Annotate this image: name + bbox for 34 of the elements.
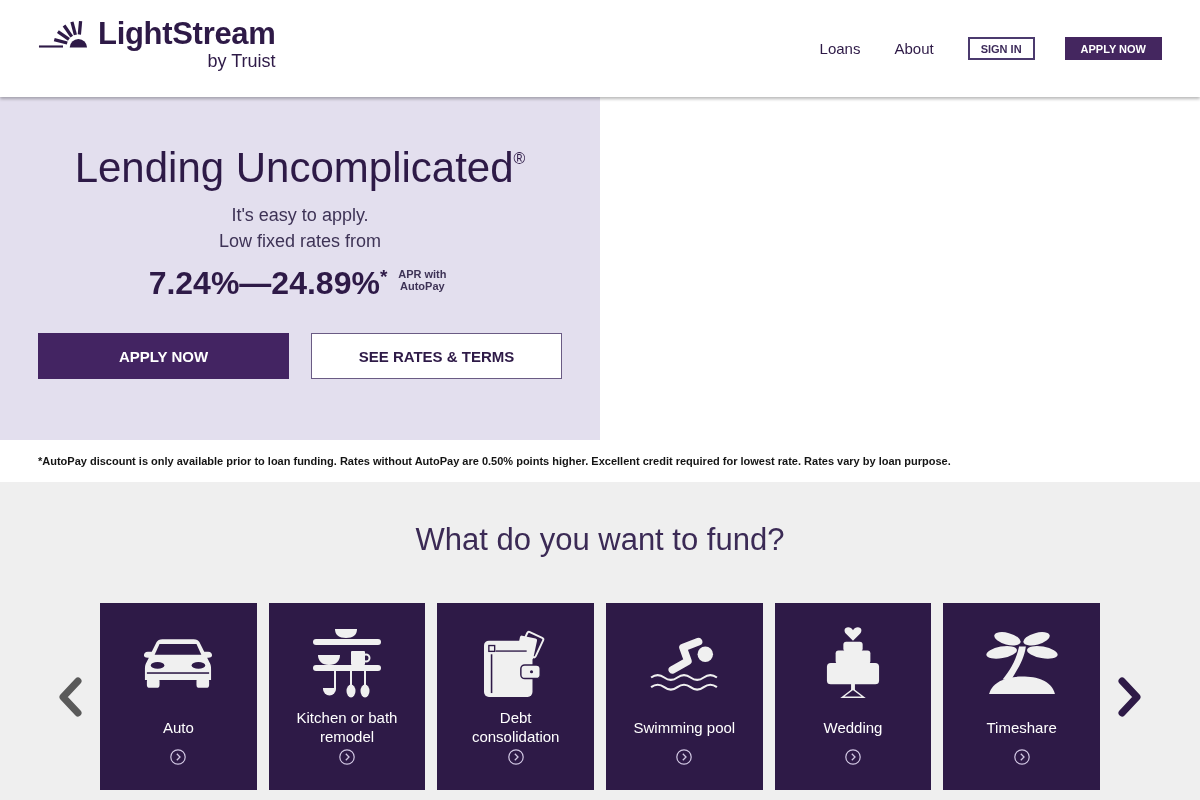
- disclaimer-text: *AutoPay discount is only available prior to loan funding. Rates without AutoPay are 0.50% points higher. Excellent credit required for lowest rate. Rates vary by loan purpose.: [38, 455, 951, 467]
- category-tile[interactable]: Wedding: [774, 603, 932, 790]
- chevron-right-icon: [1117, 676, 1143, 717]
- palm-tree-island-icon: [984, 631, 1059, 695]
- category-tile[interactable]: Timeshare: [943, 603, 1100, 790]
- section-heading: What do you want to fund?: [415, 522, 785, 558]
- arrow-circle-icon: [170, 749, 187, 765]
- chevron-left-icon: [57, 676, 83, 717]
- arrow-circle-icon: [507, 749, 524, 765]
- apply-now-button[interactable]: APPLY NOW: [38, 333, 289, 379]
- rate-range: 7.24%—24.89%$^{*}$: [148, 264, 388, 303]
- apply-now-button[interactable]: APPLY NOW: [1064, 37, 1162, 60]
- kitchen-shelf-icon: [313, 628, 381, 698]
- arrow-circle-icon: [1013, 749, 1030, 765]
- brand-tagline: by Truist: [207, 51, 276, 72]
- car-icon: [143, 637, 214, 689]
- hero-title: Lending Uncomplicated$^{®}$: [74, 143, 526, 193]
- rates-terms-button[interactable]: SEE RATES & TERMS: [311, 333, 562, 379]
- nav-link[interactable]: Loans: [819, 40, 861, 57]
- sunburst-logo-icon: [38, 19, 88, 48]
- category-tile[interactable]: Debt consolidation: [437, 603, 594, 790]
- nav-link[interactable]: About: [894, 40, 934, 57]
- hero-subtitle: Low fixed rates from: [218, 230, 382, 253]
- category-tile[interactable]: Auto: [100, 603, 257, 790]
- wedding-cake-icon: [825, 627, 881, 699]
- category-tile[interactable]: Kitchen or bath remodel: [268, 603, 426, 790]
- rate-note: APR with AutoPay: [397, 268, 448, 292]
- hero-subtitle: It's easy to apply.: [231, 204, 369, 227]
- arrow-circle-icon: [845, 749, 861, 765]
- arrow-circle-icon: [676, 749, 693, 765]
- brand-name: LightStream: [98, 17, 276, 49]
- arrow-circle-icon: [339, 749, 355, 765]
- category-tile[interactable]: Swimming pool: [606, 603, 763, 790]
- sign-in-button[interactable]: SIGN IN: [967, 37, 1035, 60]
